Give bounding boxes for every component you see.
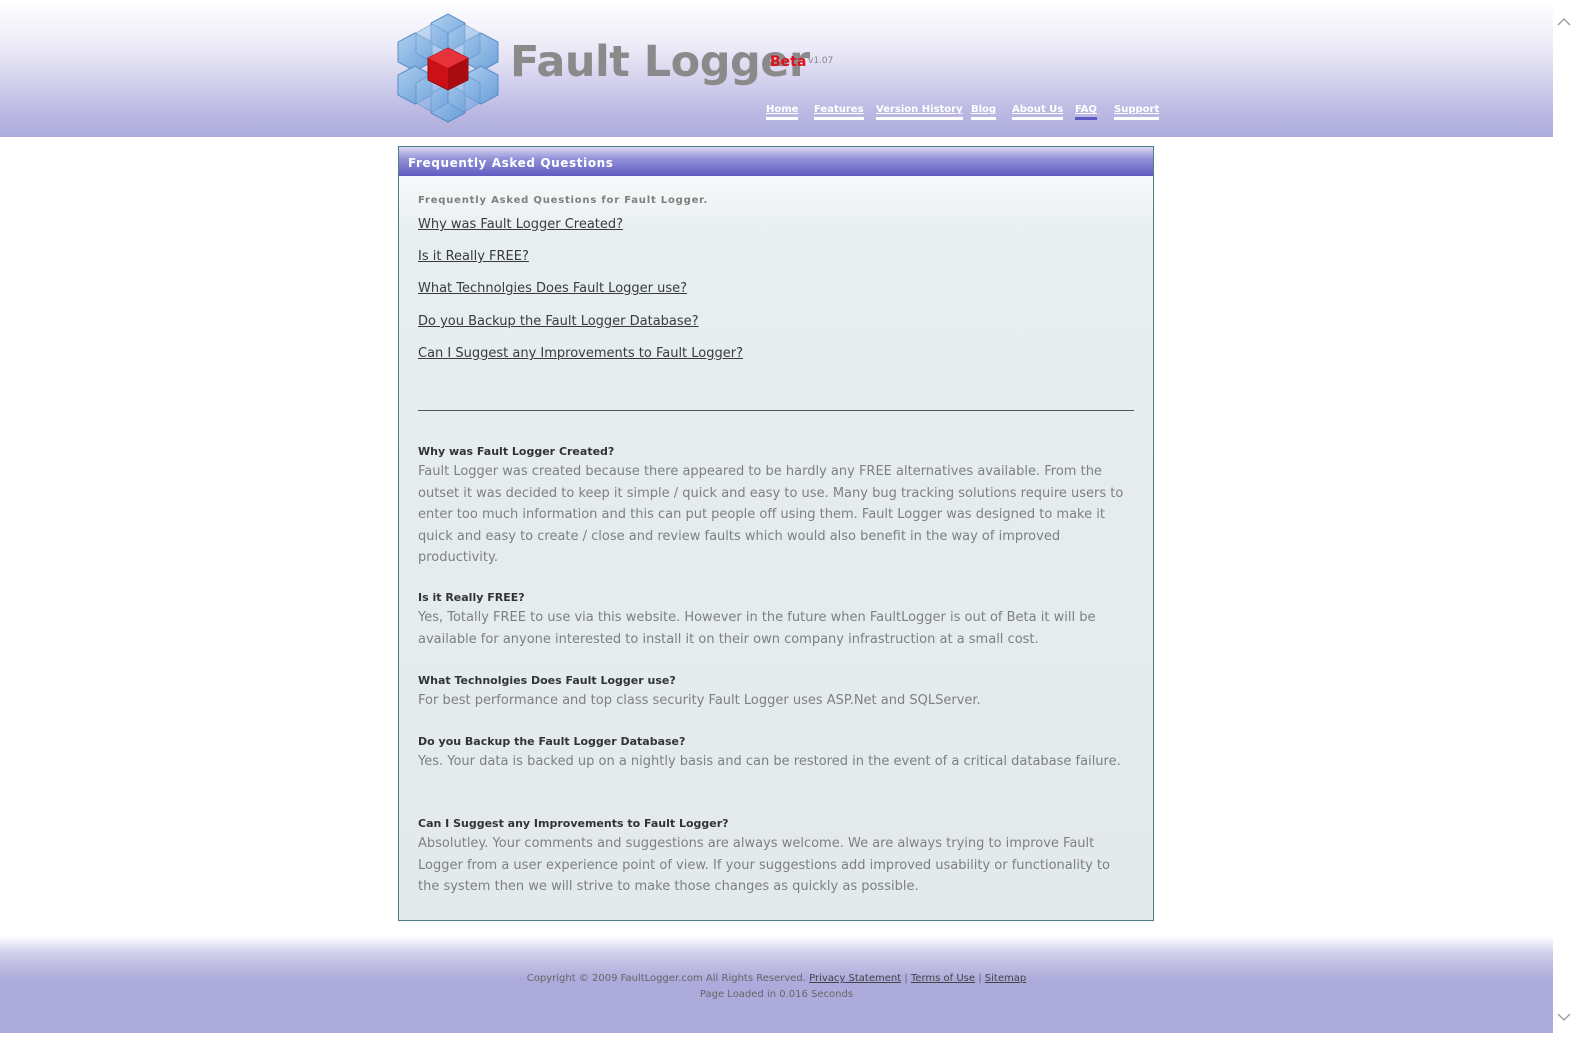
nav-features[interactable]: Features bbox=[814, 103, 864, 120]
copyright-text: Copyright © 2009 FaultLogger.com All Rig… bbox=[526, 973, 806, 984]
nav-version-history[interactable]: Version History bbox=[876, 103, 963, 120]
page-load-time: Page Loaded in 0.016 Seconds bbox=[699, 989, 854, 1000]
faq-intro: Frequently Asked Questions for Fault Log… bbox=[418, 195, 709, 206]
faq-question: Do you Backup the Fault Logger Database? bbox=[418, 735, 686, 748]
site-header: Fault Logger Beta v1.07 Home Features Ve… bbox=[0, 0, 1553, 137]
beta-badge: Beta bbox=[770, 54, 807, 70]
nav-support[interactable]: Support bbox=[1114, 103, 1160, 120]
nav-about-us[interactable]: About Us bbox=[1012, 103, 1064, 120]
footer-links: Copyright © 2009 FaultLogger.com All Rig… bbox=[0, 973, 1553, 984]
faq-answer: Yes, Totally FREE to use via this websit… bbox=[418, 610, 1096, 647]
version-label: v1.07 bbox=[808, 56, 834, 66]
toc-link-really-free[interactable]: Is it Really FREE? bbox=[418, 249, 529, 264]
nav-faq[interactable]: FAQ bbox=[1075, 103, 1097, 120]
sitemap-link[interactable]: Sitemap bbox=[985, 973, 1026, 984]
faq-answer: Absolutley. Your comments and suggestion… bbox=[418, 836, 1110, 894]
faq-answer: Fault Logger was created because there a… bbox=[418, 464, 1124, 565]
toc-link-technologies[interactable]: What Technolgies Does Fault Logger use? bbox=[418, 281, 687, 296]
toc-link-why-created[interactable]: Why was Fault Logger Created? bbox=[418, 217, 623, 232]
terms-of-use-link[interactable]: Terms of Use bbox=[911, 973, 975, 984]
faq-question: Can I Suggest any Improvements to Fault … bbox=[418, 817, 729, 830]
faq-question: Why was Fault Logger Created? bbox=[418, 445, 615, 458]
site-footer: Copyright © 2009 FaultLogger.com All Rig… bbox=[0, 936, 1553, 1033]
faq-panel: Frequently Asked Questions Frequently As… bbox=[398, 146, 1154, 921]
divider bbox=[418, 410, 1134, 411]
faq-item: Is it Really FREE? Yes, Totally FREE to … bbox=[418, 590, 1134, 650]
faq-answer: Yes. Your data is backed up on a nightly… bbox=[418, 754, 1121, 769]
chevron-down-icon[interactable] bbox=[1556, 1009, 1572, 1025]
panel-body: Frequently Asked Questions for Fault Log… bbox=[418, 195, 1134, 894]
faq-item: Can I Suggest any Improvements to Fault … bbox=[418, 816, 1134, 898]
privacy-statement-link[interactable]: Privacy Statement bbox=[809, 973, 901, 984]
faq-question: What Technolgies Does Fault Logger use? bbox=[418, 674, 676, 687]
panel-header: Frequently Asked Questions bbox=[399, 147, 1153, 176]
cube-cluster-logo-icon[interactable] bbox=[395, 11, 501, 125]
nav-blog[interactable]: Blog bbox=[971, 103, 997, 120]
vertical-scrollbar[interactable] bbox=[1553, 0, 1576, 1042]
chevron-up-icon[interactable] bbox=[1556, 14, 1572, 30]
faq-answer: For best performance and top class secur… bbox=[418, 693, 981, 708]
footer-separator: | bbox=[978, 973, 982, 984]
toc-link-improvements[interactable]: Can I Suggest any Improvements to Fault … bbox=[418, 346, 743, 361]
nav-home[interactable]: Home bbox=[766, 103, 799, 120]
footer-separator: | bbox=[904, 973, 908, 984]
faq-item: Do you Backup the Fault Logger Database?… bbox=[418, 734, 1134, 773]
panel-title: Frequently Asked Questions bbox=[408, 156, 614, 170]
faq-item: What Technolgies Does Fault Logger use? … bbox=[418, 673, 1134, 712]
site-title: Fault Logger bbox=[510, 37, 810, 87]
toc-link-backup[interactable]: Do you Backup the Fault Logger Database? bbox=[418, 314, 699, 329]
faq-question: Is it Really FREE? bbox=[418, 591, 525, 604]
faq-item: Why was Fault Logger Created? Fault Logg… bbox=[418, 444, 1134, 569]
